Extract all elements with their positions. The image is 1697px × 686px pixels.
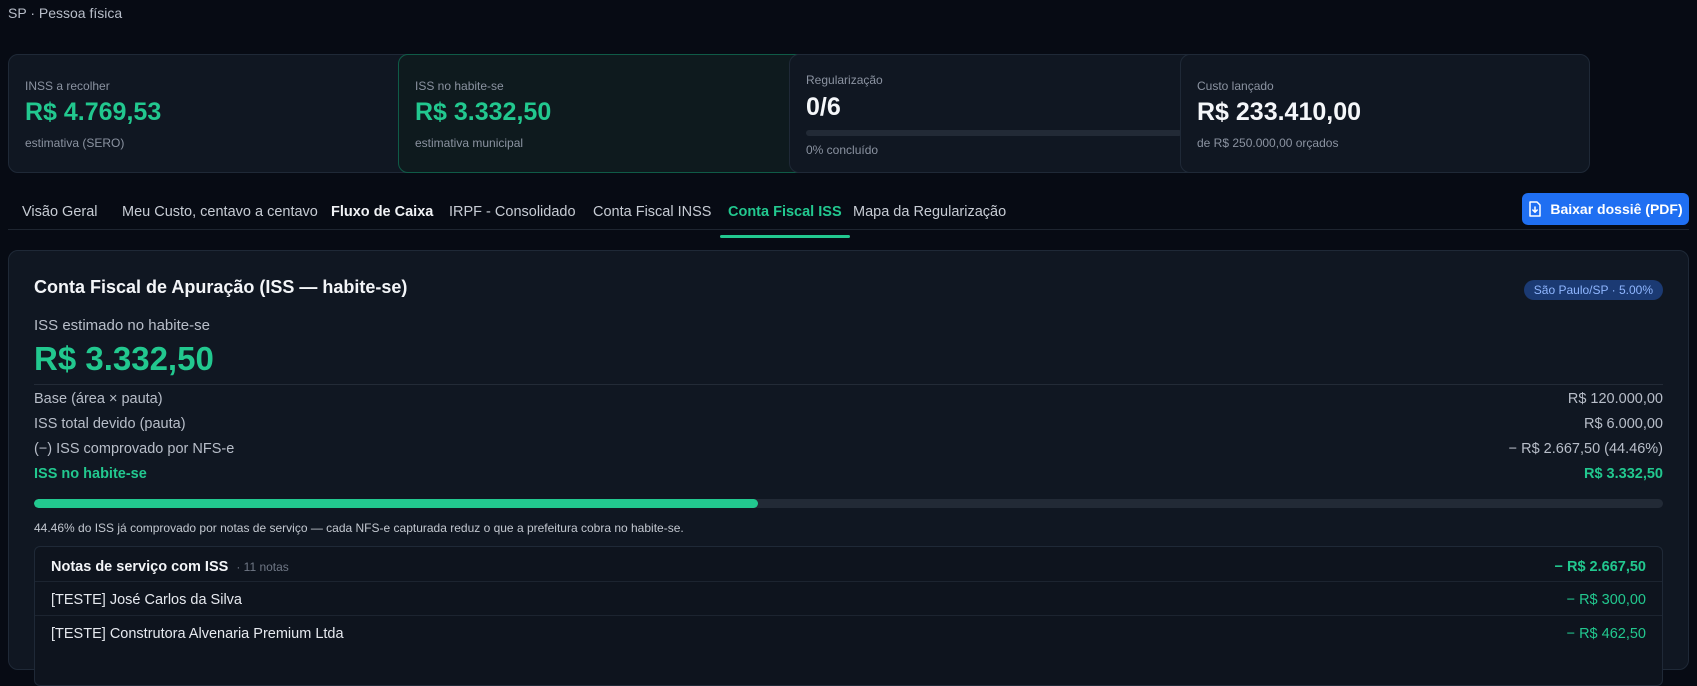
calculation-rows: Base (área × pauta) R$ 120.000,00 ISS to…	[34, 391, 1663, 491]
divider	[34, 384, 1663, 385]
page-subtitle: SP · Pessoa física	[8, 5, 123, 21]
iss-progress-fill	[34, 499, 759, 508]
calc-row-label: ISS total devido (pauta)	[34, 416, 186, 432]
note-provider-name: [TESTE] José Carlos da Silva	[51, 592, 242, 608]
calc-row-label: (−) ISS comprovado por NFS-e	[34, 441, 235, 457]
notes-count: · 11 notas	[236, 560, 289, 574]
download-pdf-button[interactable]: Baixar dossiê (PDF)	[1522, 193, 1689, 225]
tab-conta-fiscal-iss[interactable]: Conta Fiscal ISS	[720, 204, 850, 238]
list-item[interactable]: [TESTE] José Carlos da Silva − R$ 300,00	[35, 581, 1662, 615]
estimate-label: ISS estimado no habite-se	[34, 317, 210, 334]
list-item[interactable]: [TESTE] Construtora Alvenaria Premium Lt…	[35, 615, 1662, 649]
card-custo: Custo lançado R$ 233.410,00 de R$ 250.00…	[1180, 54, 1590, 173]
calc-row-label: Base (área × pauta)	[34, 391, 163, 407]
calc-row-iss-comprovado: (−) ISS comprovado por NFS-e − R$ 2.667,…	[34, 441, 1663, 466]
calc-row-iss-total: ISS total devido (pauta) R$ 6.000,00	[34, 416, 1663, 441]
card-inss: INSS a recolher R$ 4.769,53 estimativa (…	[8, 54, 418, 173]
card-sub: estimativa (SERO)	[25, 136, 125, 150]
municipality-rate-badge: São Paulo/SP · 5.00%	[1523, 280, 1663, 300]
note-provider-name: [TESTE] Construtora Alvenaria Premium Lt…	[51, 626, 344, 642]
tab-meu-custo[interactable]: Meu Custo, centavo a centavo	[122, 204, 318, 220]
card-value: 0/6	[806, 93, 841, 121]
tab-mapa-regularizacao[interactable]: Mapa da Regularização	[853, 204, 1006, 220]
card-label: Regularização	[806, 73, 883, 87]
card-value: R$ 3.332,50	[415, 98, 552, 126]
calc-row-value: − R$ 2.667,50 (44.46%)	[1508, 441, 1663, 457]
calc-row-iss-habite-se: ISS no habite-se R$ 3.332,50	[34, 466, 1663, 491]
card-sub: 0% concluído	[806, 143, 879, 157]
card-sub: de R$ 250.000,00 orçados	[1197, 136, 1339, 150]
card-value: R$ 4.769,53	[25, 98, 162, 126]
calc-row-label: ISS no habite-se	[34, 466, 147, 482]
calc-row-base: Base (área × pauta) R$ 120.000,00	[34, 391, 1663, 416]
service-notes-list: Notas de serviço com ISS · 11 notas − R$…	[34, 546, 1663, 686]
tab-fluxo-de-caixa[interactable]: Fluxo de Caixa	[331, 204, 433, 220]
note-amount: − R$ 300,00	[1566, 592, 1646, 608]
file-download-icon	[1528, 201, 1542, 217]
iss-progress-bar	[34, 499, 1663, 508]
card-label: INSS a recolher	[25, 79, 110, 93]
card-regularizacao: Regularização 0/6 0% concluído	[789, 54, 1199, 173]
download-pdf-label: Baixar dossiê (PDF)	[1550, 201, 1683, 217]
estimate-value: R$ 3.332,50	[34, 340, 214, 377]
notes-total: − R$ 2.667,50	[1554, 559, 1646, 575]
tab-bar: Visão Geral Meu Custo, centavo a centavo…	[8, 192, 1689, 238]
calc-row-value: R$ 120.000,00	[1567, 391, 1663, 407]
card-value: R$ 233.410,00	[1197, 98, 1362, 126]
panel-title: Conta Fiscal de Apuração (ISS — habite-s…	[34, 277, 408, 297]
progress-note: 44.46% do ISS já comprovado por notas de…	[34, 521, 684, 535]
tab-irpf-consolidado[interactable]: IRPF - Consolidado	[449, 204, 576, 220]
tab-visao-geral[interactable]: Visão Geral	[22, 204, 98, 220]
card-label: ISS no habite-se	[415, 79, 504, 93]
card-iss: ISS no habite-se R$ 3.332,50 estimativa …	[398, 54, 808, 173]
iss-fiscal-panel: Conta Fiscal de Apuração (ISS — habite-s…	[8, 250, 1689, 686]
note-amount: − R$ 462,50	[1566, 626, 1646, 642]
card-sub: estimativa municipal	[415, 136, 524, 150]
calc-row-value: R$ 6.000,00	[1583, 416, 1663, 432]
notes-header: Notas de serviço com ISS · 11 notas	[51, 559, 289, 575]
calc-row-value: R$ 3.332,50	[1583, 466, 1663, 482]
regularizacao-progress-bar	[806, 130, 1182, 136]
tab-conta-fiscal-inss[interactable]: Conta Fiscal INSS	[593, 204, 711, 220]
notes-title: Notas de serviço com ISS	[51, 559, 229, 575]
card-label: Custo lançado	[1197, 79, 1274, 93]
summary-cards: INSS a recolher R$ 4.769,53 estimativa (…	[8, 54, 1689, 173]
